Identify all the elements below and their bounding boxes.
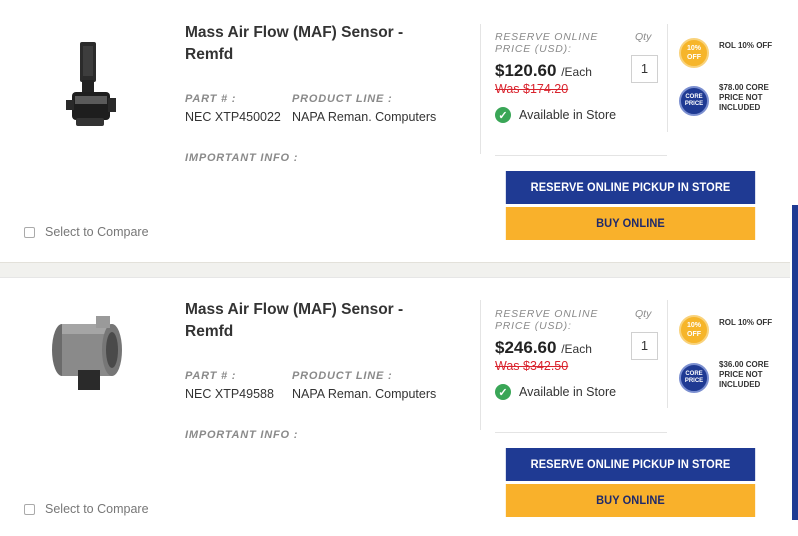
product-line-label: PRODUCT LINE : (292, 370, 393, 382)
reserve-pickup-button[interactable]: RESERVE ONLINE PICKUP IN STORE (505, 448, 756, 481)
price-value: $246.60 (495, 338, 557, 357)
maf-sensor-image-1[interactable] (40, 40, 135, 135)
price: $246.60 /Each (495, 338, 592, 358)
availability: ✓ Available in Store (495, 107, 616, 123)
part-number-label: PART # : (185, 93, 237, 105)
discount-badge-icon: 10% OFF (679, 315, 709, 345)
part-number: NEC XTP49588 (185, 387, 274, 401)
checkbox-icon[interactable] (24, 226, 35, 238)
core-price-text: $36.00 CORE PRICE NOT INCLUDED (719, 360, 769, 389)
compare-label: Select to Compare (45, 502, 149, 516)
divider (495, 155, 667, 156)
price-unit: /Each (561, 342, 592, 356)
buy-online-button[interactable]: BUY ONLINE (505, 207, 756, 240)
checkbox-icon[interactable] (24, 503, 35, 515)
check-circle-icon: ✓ (495, 107, 511, 123)
compare-checkbox-row[interactable]: Select to Compare (24, 502, 149, 516)
price: $120.60 /Each (495, 61, 592, 81)
divider (667, 300, 668, 408)
divider (480, 300, 481, 430)
buy-online-button[interactable]: BUY ONLINE (505, 484, 756, 517)
important-info-label: IMPORTANT INFO : (185, 429, 299, 441)
was-price: Was $342.50 (495, 359, 569, 373)
product-line: NAPA Reman. Computers (292, 387, 437, 401)
scroll-accent (792, 205, 798, 520)
qty-label: Qty (635, 31, 652, 43)
part-number: NEC XTP450022 (185, 110, 281, 124)
qty-label: Qty (635, 308, 652, 320)
product-card: Mass Air Flow (MAF) Sensor - Remfd PART … (0, 0, 790, 262)
maf-sensor-image-2[interactable] (40, 300, 135, 395)
availability-text: Available in Store (519, 385, 617, 399)
compare-checkbox-row[interactable]: Select to Compare (24, 225, 149, 239)
price-value: $120.60 (495, 61, 557, 80)
product-line: NAPA Reman. Computers (292, 110, 437, 124)
product-title[interactable]: Mass Air Flow (MAF) Sensor - Remfd (185, 22, 435, 66)
discount-text: ROL 10% OFF (719, 41, 773, 50)
availability: ✓ Available in Store (495, 384, 616, 400)
price-unit: /Each (561, 65, 592, 79)
important-info-label: IMPORTANT INFO : (185, 152, 299, 164)
discount-text: ROL 10% OFF (719, 318, 773, 327)
core-price-badge-icon: CORE PRICE (679, 363, 709, 393)
divider (667, 24, 668, 132)
reserve-price-label: RESERVE ONLINE PRICE (USD): (495, 31, 599, 55)
reserve-price-label: RESERVE ONLINE PRICE (USD): (495, 308, 599, 332)
divider (495, 432, 667, 433)
card-separator (0, 262, 790, 278)
qty-input[interactable]: 1 (631, 332, 658, 360)
core-price-badge-icon: CORE PRICE (679, 86, 709, 116)
divider (480, 24, 481, 154)
core-price-text: $78.00 CORE PRICE NOT INCLUDED (719, 83, 769, 112)
check-circle-icon: ✓ (495, 384, 511, 400)
product-title[interactable]: Mass Air Flow (MAF) Sensor - Remfd (185, 299, 435, 343)
was-price: Was $174.20 (495, 82, 569, 96)
discount-badge-icon: 10% OFF (679, 38, 709, 68)
compare-label: Select to Compare (45, 225, 149, 239)
product-line-label: PRODUCT LINE : (292, 93, 393, 105)
availability-text: Available in Store (519, 108, 617, 122)
reserve-pickup-button[interactable]: RESERVE ONLINE PICKUP IN STORE (505, 171, 756, 204)
part-number-label: PART # : (185, 370, 237, 382)
qty-input[interactable]: 1 (631, 55, 658, 83)
